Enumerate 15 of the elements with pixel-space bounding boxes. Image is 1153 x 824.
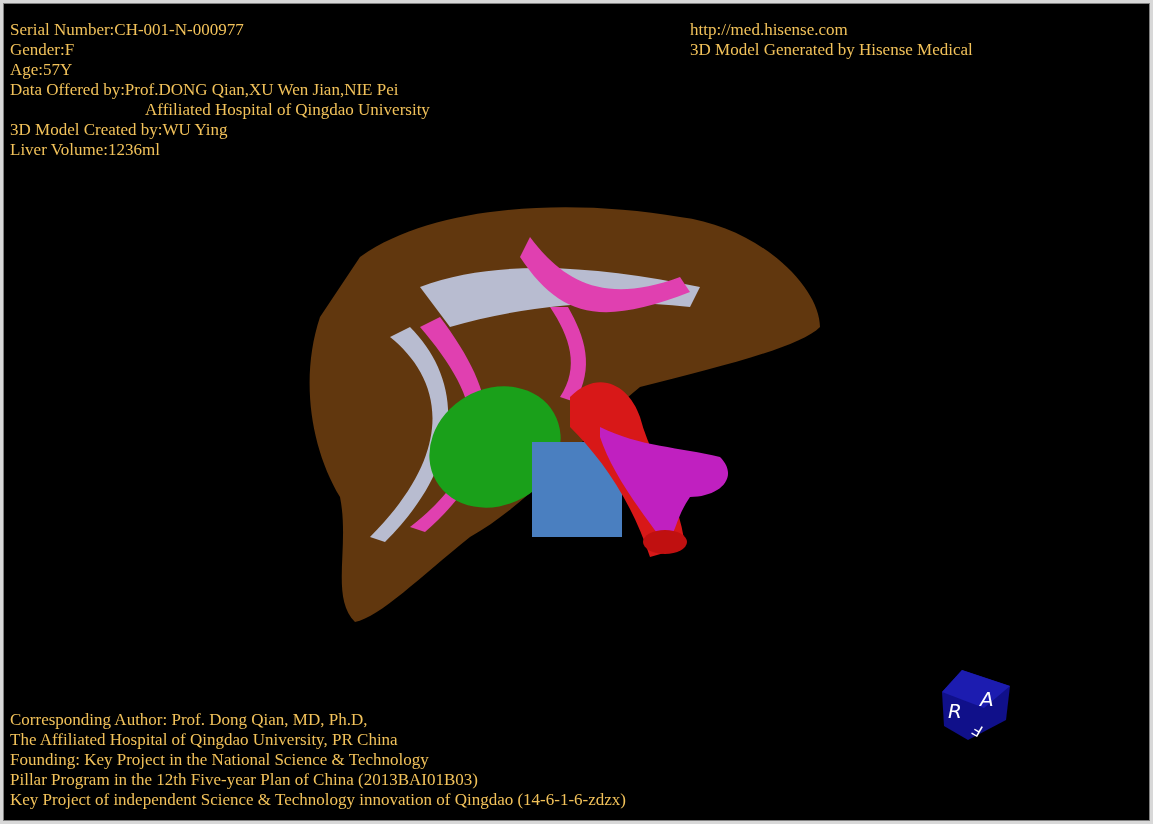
info-line: 3D Model Generated by Hisense Medical xyxy=(690,40,973,60)
orientation-cube[interactable]: R A F xyxy=(940,668,1012,742)
info-line: Age:57Y xyxy=(10,60,74,80)
info-line: Data Offered by:Prof.DONG Qian,XU Wen Jian,NIE Pei xyxy=(10,80,400,100)
info-line: Gender:F xyxy=(10,40,76,60)
info-line: 3D Model Created by:WU Ying xyxy=(10,120,229,140)
info-line: http://med.hisense.com xyxy=(690,20,849,40)
credit-line: Key Project of independent Science & Technology innovation of Qingdao (14-6-1-6-zdzx) xyxy=(10,790,627,810)
info-line: Liver Volume:1236ml xyxy=(10,140,161,160)
info-line: Affiliated Hospital of Qingdao University xyxy=(144,100,431,120)
credit-line: The Affiliated Hospital of Qingdao University, PR China xyxy=(10,730,399,750)
credit-line: Corresponding Author: Prof. Dong Qian, MD, Ph.D, xyxy=(10,710,369,730)
info-line: Serial Number:CH-001-N-000977 xyxy=(10,20,245,40)
credit-line: Pillar Program in the 12th Five-year Plan of China (2013BAI01B03) xyxy=(10,770,479,790)
credit-line: Founding: Key Project in the National Science & Technology xyxy=(10,750,430,770)
